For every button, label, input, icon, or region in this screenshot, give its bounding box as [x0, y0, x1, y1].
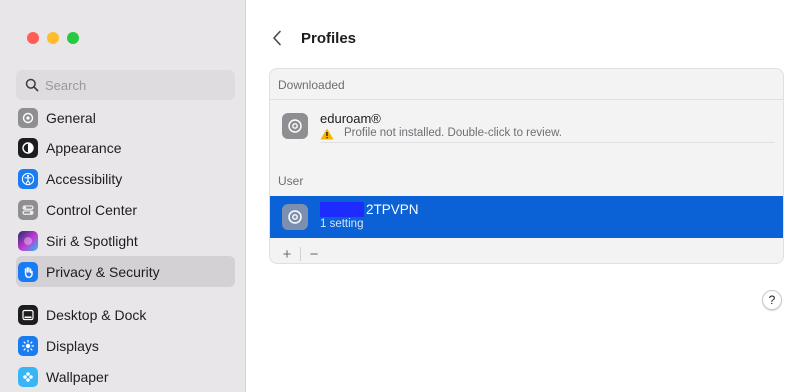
- sidebar-item-label: General: [46, 110, 96, 126]
- divider: [320, 142, 775, 143]
- dock-icon: [18, 304, 38, 325]
- remove-profile-button[interactable]: −: [303, 246, 325, 263]
- warning-icon: [320, 128, 334, 140]
- minimize-window-button[interactable]: [47, 32, 59, 44]
- profile-row-eduroam[interactable]: eduroam® Profile not installed. Double-c…: [270, 107, 783, 145]
- control-center-icon: [18, 199, 38, 220]
- search-icon: [25, 78, 39, 92]
- profile-gear-icon: [282, 204, 308, 230]
- sidebar-item-siri-spotlight[interactable]: Siri & Spotlight: [16, 225, 235, 256]
- sidebar: General Appearance Accessibility Control…: [0, 0, 246, 392]
- sidebar-item-displays[interactable]: Displays: [16, 330, 235, 361]
- divider: [270, 99, 783, 100]
- sidebar-item-label: Privacy & Security: [46, 263, 160, 280]
- list-toolbar: + −: [270, 244, 783, 263]
- sidebar-nav: General Appearance Accessibility Control…: [16, 104, 235, 392]
- sidebar-item-wallpaper[interactable]: Wallpaper: [16, 361, 235, 392]
- profile-status: Profile not installed. Double-click to r…: [344, 127, 562, 139]
- help-button[interactable]: ?: [762, 290, 782, 310]
- search-field[interactable]: [16, 70, 235, 100]
- appearance-icon: [18, 137, 38, 158]
- page-title: Profiles: [301, 29, 357, 47]
- sidebar-item-control-center[interactable]: Control Center: [16, 194, 235, 225]
- profile-name: 2TPVPN: [366, 202, 419, 217]
- chevron-left-icon: [273, 30, 281, 46]
- wallpaper-icon: [18, 366, 38, 387]
- redacted-text: [320, 202, 364, 217]
- sidebar-item-general[interactable]: General: [16, 104, 235, 132]
- sidebar-divider: [16, 287, 235, 299]
- displays-icon: [18, 335, 38, 356]
- zoom-window-button[interactable]: [67, 32, 79, 44]
- sidebar-item-desktop-dock[interactable]: Desktop & Dock: [16, 299, 235, 330]
- profile-gear-icon: [282, 113, 308, 139]
- sidebar-item-label: Desktop & Dock: [46, 306, 147, 323]
- hand-icon: [18, 261, 38, 282]
- sidebar-item-label: Wallpaper: [46, 368, 109, 385]
- siri-icon: [18, 230, 38, 251]
- gear-icon: [18, 108, 38, 128]
- back-button[interactable]: [269, 27, 285, 49]
- sidebar-item-label: Control Center: [46, 201, 138, 218]
- main-content: Profiles Downloaded eduroam® Profile not…: [247, 0, 791, 392]
- sidebar-item-label: Siri & Spotlight: [46, 232, 138, 249]
- profile-detail: 1 setting: [320, 218, 364, 230]
- search-input[interactable]: [45, 77, 225, 93]
- sidebar-item-label: Appearance: [46, 139, 122, 156]
- sidebar-item-privacy-security[interactable]: Privacy & Security: [16, 256, 235, 287]
- profile-name: eduroam®: [320, 111, 381, 126]
- close-window-button[interactable]: [27, 32, 39, 44]
- sidebar-item-label: Accessibility: [46, 170, 123, 187]
- section-header-downloaded: Downloaded: [278, 78, 345, 92]
- accessibility-icon: [18, 168, 38, 189]
- add-profile-button[interactable]: +: [276, 246, 298, 263]
- profile-row-2tpvpn[interactable]: 2TPVPN 1 setting: [270, 196, 783, 238]
- toolbar-separator: [300, 247, 301, 261]
- window-controls: [27, 32, 79, 44]
- sidebar-item-label: Displays: [46, 337, 99, 354]
- sidebar-item-appearance[interactable]: Appearance: [16, 132, 235, 163]
- profiles-list: Downloaded eduroam® Profile not installe…: [269, 68, 784, 264]
- sidebar-item-accessibility[interactable]: Accessibility: [16, 163, 235, 194]
- section-header-user: User: [278, 174, 304, 188]
- page-header: Profiles: [269, 27, 356, 49]
